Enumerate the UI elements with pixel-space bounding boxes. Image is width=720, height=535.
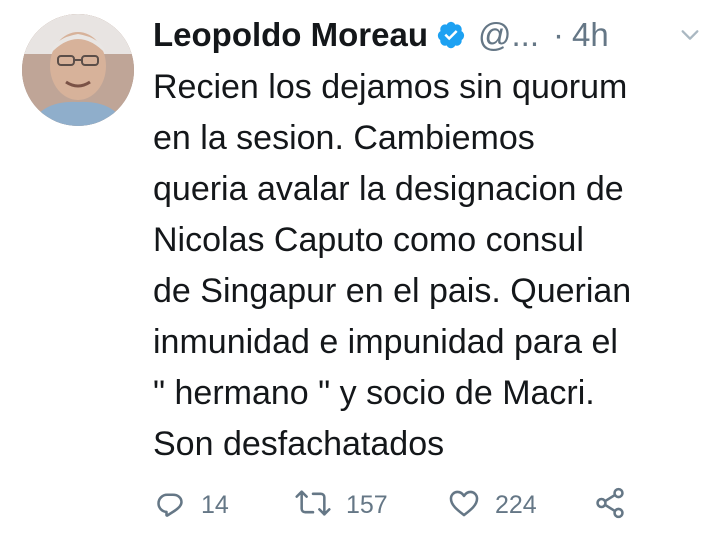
retweet-count: 157 (346, 490, 388, 519)
tweet-text: Recien los dejamos sin quorum en la sesi… (153, 62, 713, 470)
share-icon (593, 486, 627, 525)
tweet-timestamp[interactable]: 4h (572, 16, 609, 54)
reply-button[interactable]: 14 (153, 484, 229, 526)
author-handle[interactable]: @... (478, 16, 539, 54)
tweet-text-line: " hermano " y socio de Macri. (153, 374, 595, 412)
like-count: 224 (495, 490, 537, 519)
tweet-text-line: de Singapur en el pais. Querian (153, 272, 632, 310)
tweet-actions: 14 157 224 (153, 484, 633, 526)
reply-icon (153, 486, 187, 525)
tweet-text-line: Nicolas Caputo como consul (153, 221, 584, 259)
verified-badge-icon (436, 20, 466, 50)
tweet-text-line: en la sesion. Cambiemos (153, 119, 535, 157)
tweet-text-line: queria avalar la designacion de (153, 170, 624, 208)
tweet-text-line: Son desfachatados (153, 425, 445, 463)
tweet-text-line: inmunidad e impunidad para el (153, 323, 618, 361)
reply-count: 14 (201, 490, 229, 519)
retweet-icon (294, 486, 332, 525)
heart-icon (447, 486, 481, 525)
chevron-down-icon[interactable] (679, 24, 701, 51)
tweet-text-line: Recien los dejamos sin quorum (153, 68, 628, 106)
like-button[interactable]: 224 (447, 484, 537, 526)
avatar[interactable] (22, 14, 134, 126)
separator-dot: · (553, 16, 565, 53)
tweet-header: Leopoldo Moreau @... · 4h (153, 10, 701, 60)
share-button[interactable] (593, 484, 627, 526)
retweet-button[interactable]: 157 (294, 484, 388, 526)
author-name[interactable]: Leopoldo Moreau (153, 16, 428, 54)
